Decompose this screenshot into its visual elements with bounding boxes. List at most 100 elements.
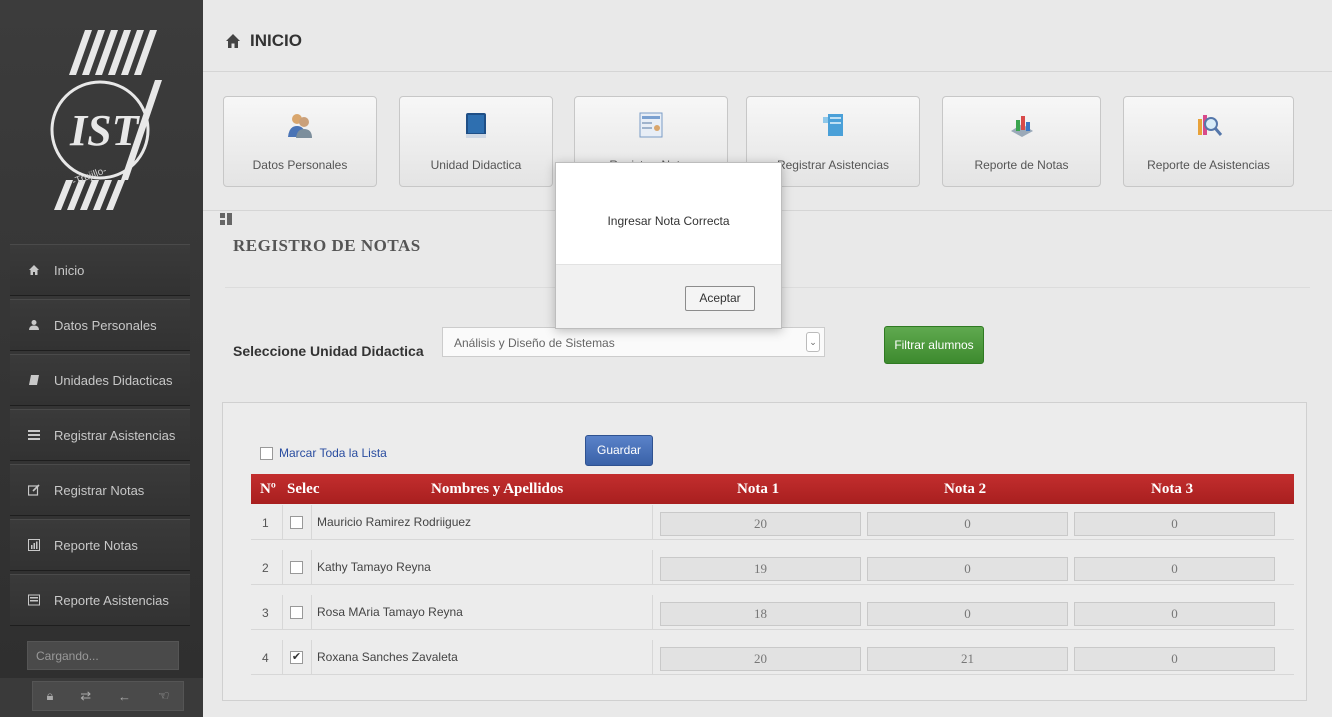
student-name: Mauricio Ramirez Rodriiguez <box>317 515 472 529</box>
mark-all-checkbox[interactable] <box>260 447 273 460</box>
accept-button[interactable]: Aceptar <box>685 286 755 311</box>
cell-divider <box>311 595 312 630</box>
sidebar-item-reporte-notas[interactable]: Reporte Notas <box>10 519 190 571</box>
row-checkbox[interactable] <box>290 516 303 529</box>
column-header-number: Nº <box>260 481 276 497</box>
cell-divider <box>652 505 653 540</box>
page-title-text: INICIO <box>250 31 302 50</box>
table-row: 4 ✔ Roxana Sanches Zavaleta 20 21 0 <box>251 640 1294 675</box>
magnifier-icon <box>1197 115 1222 136</box>
alert-dialog: Ingresar Nota Correcta Aceptar <box>555 162 782 329</box>
quick-button-unidad-didactica[interactable]: Unidad Didactica <box>399 96 553 187</box>
loading-status: Cargando... <box>27 641 179 670</box>
alert-message: Ingresar Nota Correcta <box>607 214 730 228</box>
back-icon[interactable]: ← <box>118 689 131 704</box>
nota3-input[interactable]: 0 <box>1074 512 1275 536</box>
table-row: 3 Rosa MAria Tamayo Reyna 18 0 0 <box>251 595 1294 630</box>
student-name: Roxana Sanches Zavaleta <box>317 650 458 664</box>
row-number: 2 <box>262 561 269 575</box>
unidad-didactica-selected: Análisis y Diseño de Sistemas <box>454 336 615 350</box>
sidebar-item-label: Reporte Asistencias <box>54 592 169 608</box>
note-icon <box>823 114 843 136</box>
cell-divider <box>652 640 653 675</box>
column-header-nota1: Nota 1 <box>737 481 780 497</box>
svg-text:-Trujillo-: -Trujillo- <box>71 165 108 188</box>
nota2-input[interactable]: 0 <box>867 602 1068 626</box>
student-name: Rosa MAria Tamayo Reyna <box>317 605 463 619</box>
nota2-input[interactable]: 21 <box>867 647 1068 671</box>
edit-icon <box>28 484 40 496</box>
lock-icon[interactable]: 🔒︎ <box>46 688 53 704</box>
row-checkbox[interactable] <box>290 606 303 619</box>
row-number: 3 <box>262 606 269 620</box>
column-header-name: Nombres y Apellidos <box>431 481 564 497</box>
student-name: Kathy Tamayo Reyna <box>317 560 431 574</box>
nota1-input[interactable]: 20 <box>660 647 861 671</box>
sidebar-item-reporte-asistencias[interactable]: Reporte Asistencias <box>10 574 190 626</box>
sidebar-item-label: Reporte Notas <box>54 537 138 553</box>
sidebar-item-label: Registrar Notas <box>54 482 145 498</box>
sidebar-item-registrar-notas[interactable]: Registrar Notas <box>10 464 190 516</box>
book-icon <box>28 374 40 386</box>
quick-button-label: Unidad Didactica <box>430 158 522 172</box>
sidebar: IST -Trujillo- Inicio Datos Personales U… <box>0 0 203 717</box>
cell-divider <box>652 550 653 585</box>
cell-divider <box>311 640 312 675</box>
main-content: INICIO Datos Personales Unidad Didactica… <box>203 0 1332 717</box>
sidebar-item-label: Datos Personales <box>54 317 157 333</box>
hand-icon[interactable]: ☜ <box>158 688 170 704</box>
nota3-input[interactable]: 0 <box>1074 602 1275 626</box>
row-checkbox[interactable]: ✔ <box>290 651 303 664</box>
unidad-didactica-label: Seleccione Unidad Didactica <box>233 343 424 359</box>
quick-button-label: Reporte de Asistencias <box>1147 158 1270 172</box>
exchange-icon[interactable]: ⇄ <box>80 688 91 704</box>
row-checkbox[interactable] <box>290 561 303 574</box>
cell-divider <box>282 595 283 630</box>
report-icon <box>28 594 40 606</box>
nota2-input[interactable]: 0 <box>867 557 1068 581</box>
column-header-nota2: Nota 2 <box>944 481 987 497</box>
sidebar-item-unidades-didacticas[interactable]: Unidades Didacticas <box>10 354 190 406</box>
row-number: 4 <box>262 651 269 665</box>
nota1-input[interactable]: 19 <box>660 557 861 581</box>
nota1-input[interactable]: 18 <box>660 602 861 626</box>
save-button[interactable]: Guardar <box>585 435 653 466</box>
quick-button-reporte-de-asistencias[interactable]: Reporte de Asistencias <box>1123 96 1294 187</box>
cell-divider <box>311 505 312 540</box>
panel-icon <box>220 213 232 225</box>
quick-button-reporte-de-notas[interactable]: Reporte de Notas <box>942 96 1101 187</box>
quick-button-label: Reporte de Notas <box>974 158 1069 172</box>
book-icon <box>466 113 486 138</box>
alert-footer: Aceptar <box>556 264 781 328</box>
mark-all-link[interactable]: Marcar Toda la Lista <box>279 446 387 460</box>
cell-divider <box>282 505 283 540</box>
nota2-input[interactable]: 0 <box>867 512 1068 536</box>
top-bar: INICIO <box>203 0 1332 72</box>
svg-text:IST: IST <box>69 106 141 155</box>
cell-divider <box>282 550 283 585</box>
sidebar-item-label: Inicio <box>54 262 85 278</box>
sidebar-item-datos-personales[interactable]: Datos Personales <box>10 299 190 351</box>
nota3-input[interactable]: 0 <box>1074 557 1275 581</box>
graph-icon <box>1010 116 1033 137</box>
cell-divider <box>311 550 312 585</box>
table-row: 1 Mauricio Ramirez Rodriiguez 20 0 0 <box>251 505 1294 540</box>
column-header-select: Selec <box>287 481 320 497</box>
students-panel: Marcar Toda la Lista Guardar Nº Selec No… <box>222 402 1307 701</box>
row-number: 1 <box>262 516 269 530</box>
quick-button-label: Datos Personales <box>252 158 348 172</box>
quick-button-datos-personales[interactable]: Datos Personales <box>223 96 377 187</box>
sidebar-item-label: Unidades Didacticas <box>54 372 173 388</box>
nota1-input[interactable]: 20 <box>660 512 861 536</box>
sidebar-item-inicio[interactable]: Inicio <box>10 244 190 296</box>
filter-students-button[interactable]: Filtrar alumnos <box>884 326 984 364</box>
nota3-input[interactable]: 0 <box>1074 647 1275 671</box>
sidebar-toolbar: 🔒︎ ⇄ ← ☜ <box>32 681 184 711</box>
home-icon <box>226 34 240 48</box>
sidebar-item-registrar-asistencias[interactable]: Registrar Asistencias <box>10 409 190 461</box>
table-row: 2 Kathy Tamayo Reyna 19 0 0 <box>251 550 1294 585</box>
cell-divider <box>282 640 283 675</box>
grades-table-header: Nº Selec Nombres y Apellidos Nota 1 Nota… <box>251 474 1294 504</box>
section-title: REGISTRO DE NOTAS <box>233 236 421 255</box>
unidad-didactica-select[interactable]: Análisis y Diseño de Sistemas ⌄ <box>442 327 825 357</box>
